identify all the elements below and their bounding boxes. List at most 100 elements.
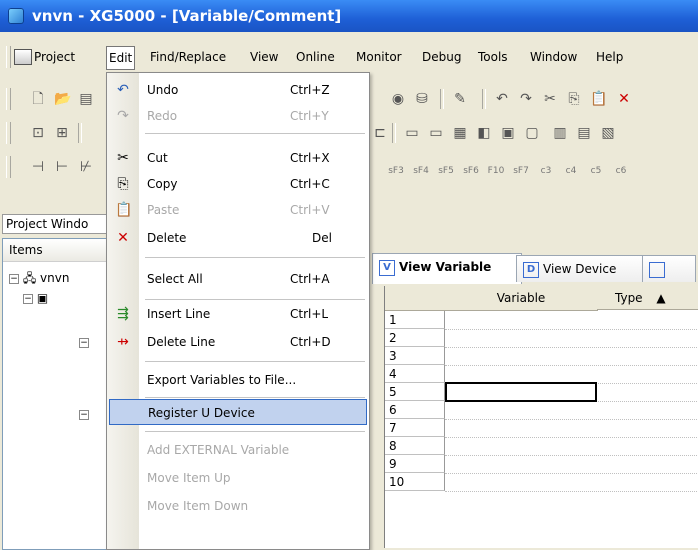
tree-node-folder[interactable]: − <box>79 407 89 421</box>
variable-grid[interactable]: Variable Type ▲ 1 2 3 4 5 6 7 8 9 10 <box>384 286 698 548</box>
new-file-icon[interactable]: 🗋 <box>30 91 46 107</box>
contact-tool-icon[interactable]: ⊣ <box>30 159 46 175</box>
collapse-icon[interactable]: − <box>23 293 33 304</box>
row-number[interactable]: 6 <box>385 401 445 419</box>
tab-more[interactable] <box>642 255 696 282</box>
table-row[interactable] <box>445 473 698 492</box>
ladder-tool-icon[interactable]: ▥ <box>552 125 568 141</box>
menu-item-undo[interactable]: ↶ Undo Ctrl+Z <box>107 77 369 103</box>
menu-debug[interactable]: Debug <box>422 48 461 66</box>
menu-item-cut[interactable]: ✂ Cut Ctrl+X <box>107 145 369 171</box>
delete-toolbar-icon[interactable]: ✕ <box>616 91 632 107</box>
menu-item-register-u-device[interactable]: Register U Device <box>109 399 367 425</box>
row-number[interactable]: 10 <box>385 473 445 491</box>
paste-toolbar-icon[interactable]: 📋 <box>590 91 607 107</box>
row-number[interactable]: 3 <box>385 347 445 365</box>
toolbar-grip[interactable] <box>6 156 11 178</box>
row-number[interactable]: 1 <box>385 311 445 329</box>
row-number[interactable]: 9 <box>385 455 445 473</box>
table-row[interactable] <box>445 311 698 330</box>
collapse-icon[interactable]: − <box>79 409 89 420</box>
undo-toolbar-icon[interactable]: ↶ <box>494 91 510 107</box>
selected-cell[interactable] <box>445 382 597 402</box>
row-number[interactable]: 8 <box>385 437 445 455</box>
row-number[interactable]: 4 <box>385 365 445 383</box>
fkey-label[interactable]: sF7 <box>511 167 531 176</box>
mdi-window-icon[interactable] <box>14 49 32 65</box>
column-header-type[interactable]: Type ▲ <box>597 286 698 310</box>
network-icon[interactable]: ⛁ <box>414 91 430 107</box>
menu-item-add-external-variable[interactable]: Add EXTERNAL Variable <box>107 437 369 463</box>
ladder-tool-icon[interactable]: ▢ <box>524 125 540 141</box>
fkey-label[interactable]: c6 <box>611 167 631 176</box>
menu-online[interactable]: Online <box>296 48 335 66</box>
fkey-label[interactable]: c3 <box>536 167 556 176</box>
menu-monitor[interactable]: Monitor <box>356 48 402 66</box>
fkey-label[interactable]: sF6 <box>461 167 481 176</box>
menu-item-delete-line[interactable]: ⇸ Delete Line Ctrl+D <box>107 329 369 355</box>
ladder-tool-icon[interactable]: ⊡ <box>30 125 46 141</box>
menu-window[interactable]: Window <box>530 48 577 66</box>
ladder-tool-icon[interactable]: ⊏ <box>372 125 388 141</box>
menu-item-insert-line[interactable]: ⇶ Insert Line Ctrl+L <box>107 301 369 327</box>
menu-item-move-item-up[interactable]: Move Item Up <box>107 465 369 491</box>
table-row[interactable] <box>445 347 698 366</box>
ladder-tool-icon[interactable]: ⊞ <box>54 125 70 141</box>
tree-node-plc[interactable]: − ▣ <box>23 291 48 305</box>
xg5000-app-icon[interactable] <box>8 8 24 24</box>
contact-tool-icon[interactable]: ⊢ <box>54 159 70 175</box>
table-row[interactable] <box>445 437 698 456</box>
table-row[interactable] <box>445 401 698 420</box>
menu-item-export-variables[interactable]: Export Variables to File... <box>107 367 369 393</box>
row-number[interactable]: 5 <box>385 383 445 401</box>
title-bar[interactable]: vnvn - XG5000 - [Variable/Comment] <box>0 0 698 32</box>
help-icon[interactable]: ✎ <box>452 91 468 107</box>
menu-project[interactable]: Project <box>34 48 75 66</box>
fkey-label[interactable]: sF5 <box>436 167 456 176</box>
project-tree[interactable]: Items − 🖧 vnvn − ▣ − − <box>2 238 114 550</box>
fkey-label[interactable]: c4 <box>561 167 581 176</box>
menu-item-copy[interactable]: ⎘ Copy Ctrl+C <box>107 171 369 197</box>
menu-item-move-item-down[interactable]: Move Item Down <box>107 493 369 519</box>
ladder-tool-icon[interactable]: ▧ <box>600 125 616 141</box>
menu-view[interactable]: View <box>250 48 278 66</box>
toolbar-grip[interactable] <box>6 122 11 144</box>
menu-item-delete[interactable]: ✕ Delete Del <box>107 225 369 251</box>
fkey-label[interactable]: c5 <box>586 167 606 176</box>
menu-help[interactable]: Help <box>596 48 623 66</box>
toolbar-grip[interactable] <box>6 88 11 110</box>
row-number[interactable]: 7 <box>385 419 445 437</box>
menu-find-replace[interactable]: Find/Replace <box>150 48 226 66</box>
tree-node-project[interactable]: − 🖧 vnvn <box>9 269 69 290</box>
menu-item-redo[interactable]: ↷ Redo Ctrl+Y <box>107 103 369 129</box>
table-row[interactable] <box>445 329 698 348</box>
fkey-label[interactable]: sF3 <box>386 167 406 176</box>
tree-node-folder[interactable]: − <box>79 335 89 349</box>
cut-toolbar-icon[interactable]: ✂ <box>542 91 558 107</box>
menu-edit[interactable]: Edit <box>106 46 136 70</box>
tab-view-device[interactable]: D View Device <box>516 255 648 282</box>
menu-item-select-all[interactable]: Select All Ctrl+A <box>107 266 369 292</box>
copy-toolbar-icon[interactable]: ⎘ <box>566 91 582 107</box>
tab-view-variable[interactable]: V View Variable <box>372 253 522 284</box>
save-icon[interactable]: ▤ <box>78 91 94 107</box>
ladder-tool-icon[interactable]: ▤ <box>576 125 592 141</box>
ladder-tool-icon[interactable]: ▭ <box>428 125 444 141</box>
collapse-icon[interactable]: − <box>9 273 19 284</box>
ladder-tool-icon[interactable]: ◧ <box>476 125 492 141</box>
open-folder-icon[interactable]: 📂 <box>54 91 71 107</box>
ladder-tool-icon[interactable]: ▣ <box>500 125 516 141</box>
row-number[interactable]: 2 <box>385 329 445 347</box>
collapse-icon[interactable]: − <box>79 337 89 348</box>
monitor-icon[interactable]: ◉ <box>390 91 406 107</box>
fkey-label[interactable]: F10 <box>486 167 506 176</box>
ladder-tool-icon[interactable]: ▦ <box>452 125 468 141</box>
menubar-grip[interactable] <box>6 46 11 68</box>
table-row[interactable] <box>445 419 698 438</box>
menu-item-paste[interactable]: 📋 Paste Ctrl+V <box>107 197 369 223</box>
ladder-tool-icon[interactable]: ▭ <box>404 125 420 141</box>
column-header-variable[interactable]: Variable <box>445 286 598 311</box>
fkey-label[interactable]: sF4 <box>411 167 431 176</box>
menu-tools[interactable]: Tools <box>478 48 508 66</box>
redo-toolbar-icon[interactable]: ↷ <box>518 91 534 107</box>
